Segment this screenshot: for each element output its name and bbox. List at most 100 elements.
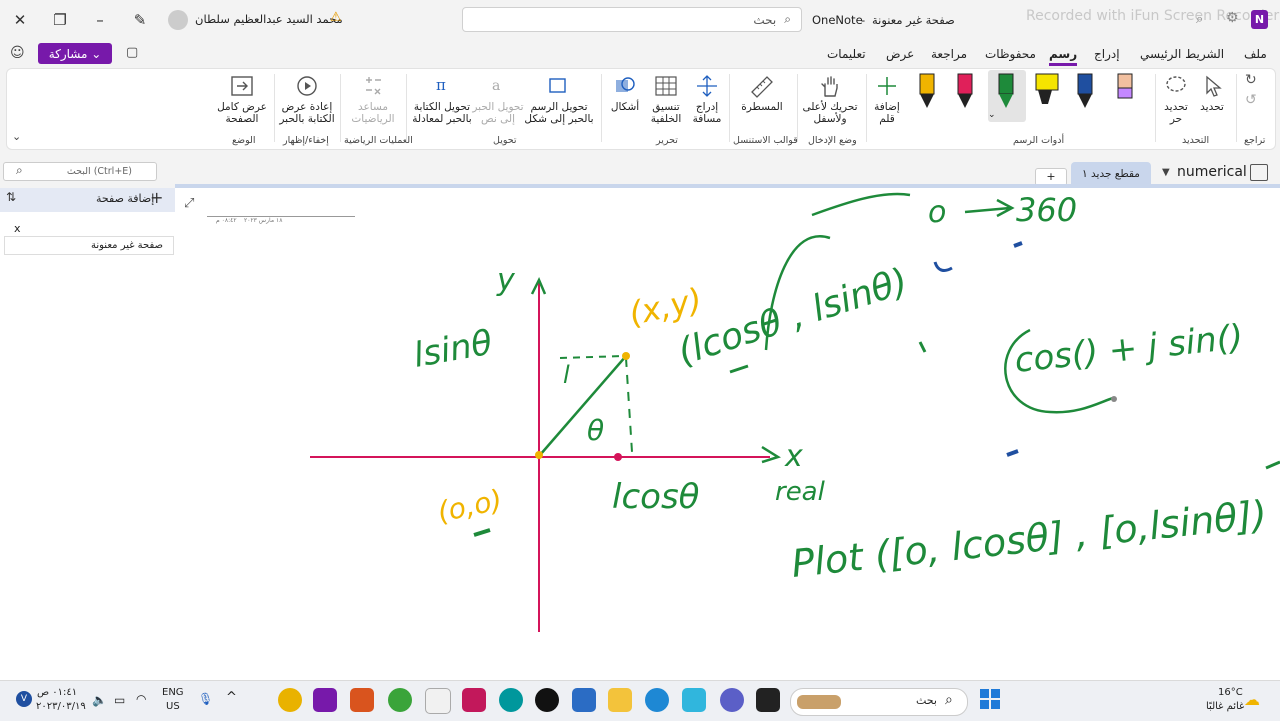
full-page-button[interactable]: عرض كامل الصفحة: [214, 74, 270, 125]
range-end-label: 360: [1016, 191, 1077, 229]
recorder-watermark: Recorded with iFun Screen Recorder: [1026, 8, 1280, 24]
lasso-button[interactable]: تحديد حر: [1158, 74, 1194, 125]
onenote-icon[interactable]: [313, 688, 337, 712]
close-icon[interactable]: ✕: [4, 4, 36, 36]
annotation-arrow: [811, 192, 911, 217]
ruler-label: المسطرة: [741, 101, 783, 113]
arduino-icon[interactable]: [499, 688, 523, 712]
ink-to-shape-label: تحويل الرسم بالحبر إلى شكل: [524, 101, 594, 125]
math-assistant-button[interactable]: مساعد الرياضيات: [344, 74, 402, 125]
warning-icon[interactable]: ⚠: [330, 10, 342, 25]
add-page-icon[interactable]: +: [150, 188, 163, 207]
feedback-icon[interactable]: ☺: [10, 45, 25, 61]
arrange-button[interactable]: تنسيق الخلفية: [646, 74, 686, 125]
weather-icon[interactable]: ☁: [1244, 690, 1260, 709]
full-page-label: عرض كامل الصفحة: [217, 101, 267, 125]
insert-space-button[interactable]: إدراج مسافة: [688, 74, 726, 125]
move-up-down-button[interactable]: تحريك لأعلى ولأسفل: [800, 74, 860, 125]
battery-icon[interactable]: ▭: [114, 693, 125, 707]
clock-time[interactable]: ٠١:٤١ ص: [37, 687, 77, 698]
page-search-input[interactable]: البحث (Ctrl+E): [3, 162, 157, 181]
ruler-icon: [751, 76, 773, 98]
matlab-icon[interactable]: [350, 688, 374, 712]
undo-icon[interactable]: ↺: [1245, 92, 1257, 108]
range-start-label: o: [928, 195, 946, 230]
wifi-icon[interactable]: ◠: [136, 692, 146, 706]
tab-review[interactable]: مراجعة: [931, 47, 967, 61]
weather-temp[interactable]: 16°C: [1218, 687, 1243, 698]
dell-icon[interactable]: [535, 688, 559, 712]
sort-icon[interactable]: ⇅: [6, 190, 16, 204]
language-region[interactable]: US: [166, 701, 180, 712]
notebook-name[interactable]: numerical: [1177, 164, 1247, 180]
tab-view[interactable]: عرض: [886, 47, 914, 61]
edge-icon[interactable]: [645, 688, 669, 712]
avatar[interactable]: [168, 10, 188, 30]
undo-group-label: تراجع: [1244, 135, 1266, 146]
ink-stroke: [473, 528, 491, 537]
replay-group-label: إخفاء/إظهار: [283, 135, 329, 146]
language-label[interactable]: ENG: [162, 687, 184, 698]
notebook-icon[interactable]: ▢: [126, 45, 138, 60]
range-arrow: [964, 198, 1015, 218]
tab-help[interactable]: تعليمات: [827, 47, 866, 61]
page-item[interactable]: صفحة غير معنونة: [4, 236, 174, 255]
pen-gallery[interactable]: [912, 70, 1152, 122]
terminal-icon[interactable]: [756, 688, 780, 712]
ink-to-shape-button[interactable]: تحويل الرسم بالحبر إلى شكل: [524, 74, 594, 125]
origin-marker: [535, 451, 543, 459]
volume-icon[interactable]: 🔈: [92, 693, 107, 707]
divider: [797, 74, 798, 142]
search-input[interactable]: بحث ⌕: [462, 7, 802, 32]
notebook-pane-icon[interactable]: [1250, 164, 1268, 181]
microphone-icon[interactable]: 🎙: [198, 692, 213, 706]
mail-icon[interactable]: [572, 688, 596, 712]
share-button[interactable]: مشاركة ⌄: [38, 43, 112, 64]
shapes-button[interactable]: أشكال: [606, 74, 644, 113]
add-pen-button[interactable]: إضافة قلم: [870, 74, 904, 125]
chat-icon[interactable]: [720, 688, 744, 712]
chevron-down-icon[interactable]: ⌄: [988, 110, 996, 120]
chevron-up-icon[interactable]: ^: [226, 690, 237, 705]
select-group-label: التحديد: [1182, 135, 1210, 146]
tab-history[interactable]: محفوظات: [985, 47, 1036, 61]
ink-replay-button[interactable]: إعادة عرض الكتابة بالحبر: [278, 74, 336, 125]
store-icon[interactable]: [682, 688, 706, 712]
chevron-down-icon[interactable]: ▼: [1162, 167, 1170, 178]
tab-file[interactable]: ملف: [1244, 47, 1267, 61]
tab-insert[interactable]: إدراج: [1094, 47, 1120, 61]
tab-home[interactable]: الشريط الرئيسي: [1140, 47, 1224, 61]
select-button[interactable]: تحديد: [1196, 74, 1228, 113]
chrome-icon[interactable]: [278, 688, 302, 712]
start-icon[interactable]: [980, 689, 1000, 709]
weather-text[interactable]: غائم غالبًا: [1206, 701, 1244, 712]
divider: [866, 74, 867, 142]
ink-to-text-button[interactable]: a تحويل الحبر إلى نص: [472, 74, 524, 125]
file-explorer-icon[interactable]: [608, 688, 632, 712]
app-icon[interactable]: [388, 688, 412, 712]
account-badge[interactable]: V: [16, 691, 32, 707]
redo-icon[interactable]: ↻: [1245, 72, 1257, 88]
add-page-label[interactable]: إضافة صفحة: [96, 192, 154, 205]
tools-group-label: أدوات الرسم: [1013, 135, 1065, 146]
taskbar-search[interactable]: بحث ⌕: [790, 688, 968, 716]
search-icon[interactable]: ⌕: [1196, 12, 1203, 27]
ink-to-math-label: تحويل الكتابة بالحبر لمعادلة: [412, 101, 472, 125]
math-group-label: العمليات الرياضية: [344, 135, 413, 146]
section-tab[interactable]: مقطع جديد ١: [1071, 162, 1151, 186]
settings-icon[interactable]: ⚙: [1226, 10, 1239, 26]
restore-icon[interactable]: ❐: [44, 4, 76, 36]
collapse-ribbon-icon[interactable]: ⌄: [12, 130, 21, 143]
ink-stroke: [933, 261, 953, 272]
recorder-icon[interactable]: [462, 688, 486, 712]
ink-to-math-button[interactable]: π تحويل الكتابة بالحبر لمعادلة: [412, 74, 472, 125]
pen-icon[interactable]: ✎: [124, 4, 156, 36]
page-item-label: صفحة غير معنونة: [91, 240, 163, 251]
app-icon[interactable]: [425, 688, 451, 714]
page-item-x[interactable]: x: [14, 222, 21, 235]
clock-date[interactable]: ٢٠٢٣/٠٣/١٩: [36, 701, 86, 712]
minimize-icon[interactable]: –: [84, 4, 116, 36]
grid-icon: [655, 76, 677, 96]
tab-draw[interactable]: رسم: [1049, 47, 1078, 66]
ruler-button[interactable]: المسطرة: [738, 74, 786, 113]
